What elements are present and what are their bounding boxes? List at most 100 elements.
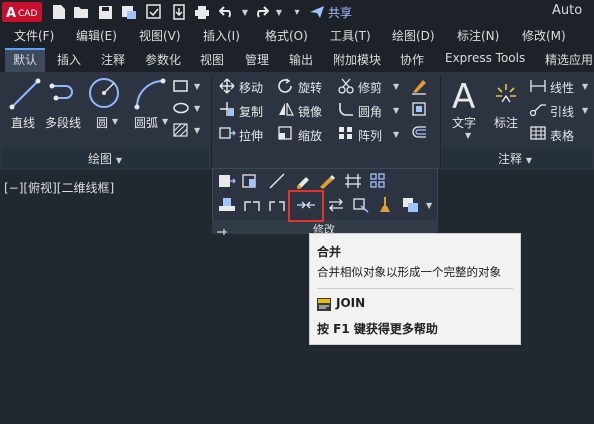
- table-tool-label[interactable]: 表格: [550, 127, 574, 144]
- line-icon[interactable]: [8, 77, 42, 111]
- break-between-icon[interactable]: [268, 197, 286, 213]
- tab-annotate[interactable]: 注释: [101, 51, 125, 68]
- erase-icon[interactable]: [410, 77, 428, 95]
- array-dropdown-icon[interactable]: ▼: [393, 130, 399, 139]
- rotate-icon[interactable]: [277, 78, 295, 94]
- tab-manage[interactable]: 管理: [245, 51, 269, 68]
- arc-icon[interactable]: [133, 77, 167, 111]
- fillet-tool-label[interactable]: 圆角: [358, 103, 382, 120]
- copy-icon[interactable]: [218, 101, 236, 117]
- mirror-tool-label[interactable]: 镜像: [298, 103, 322, 120]
- tab-collaborate[interactable]: 协作: [400, 51, 424, 68]
- menu-file[interactable]: 文件(F): [14, 27, 54, 44]
- tab-view[interactable]: 视图: [200, 51, 224, 68]
- menu-edit[interactable]: 编辑(E): [76, 27, 117, 44]
- undo-icon[interactable]: [218, 3, 236, 21]
- viewport-controls-label[interactable]: [−][俯视][二维线框]: [4, 179, 114, 196]
- table-icon[interactable]: [529, 125, 547, 141]
- copy-nested-icon[interactable]: [241, 173, 259, 189]
- hatch-icon[interactable]: [172, 122, 190, 138]
- share-drawing-icon[interactable]: [170, 3, 188, 21]
- draw-panel-label[interactable]: 绘图 ▼: [88, 150, 122, 167]
- menu-tools[interactable]: 工具(T): [330, 27, 371, 44]
- copy-tool-label[interactable]: 复制: [239, 103, 263, 120]
- annotation-panel-label[interactable]: 注释 ▼: [498, 150, 532, 167]
- tab-addins[interactable]: 附加模块: [333, 51, 381, 68]
- text-tool-label[interactable]: 文字: [452, 114, 476, 131]
- cloud-save-icon[interactable]: [145, 3, 163, 21]
- circle-dropdown-icon[interactable]: ▼: [112, 117, 118, 126]
- lengthen-icon[interactable]: [268, 173, 286, 189]
- share-label[interactable]: 共享: [328, 4, 352, 21]
- save-as-icon[interactable]: [120, 3, 138, 21]
- move-icon[interactable]: [218, 78, 236, 94]
- menu-draw[interactable]: 绘图(D): [392, 27, 435, 44]
- break-at-point-icon[interactable]: [243, 197, 261, 213]
- explode-icon[interactable]: [410, 100, 428, 118]
- tab-express-tools[interactable]: Express Tools: [445, 51, 525, 65]
- tab-output[interactable]: 输出: [289, 51, 313, 68]
- tab-parametric[interactable]: 参数化: [145, 51, 181, 68]
- linear-dropdown-icon[interactable]: ▼: [582, 82, 588, 91]
- copy-clip-dropdown-icon[interactable]: ▼: [426, 201, 432, 210]
- linear-dimension-icon[interactable]: [529, 78, 547, 94]
- ellipse-icon[interactable]: [172, 100, 190, 116]
- rotate-tool-label[interactable]: 旋转: [298, 79, 322, 96]
- fillet-dropdown-icon[interactable]: ▼: [393, 106, 399, 115]
- array-tool-label[interactable]: 阵列: [358, 127, 382, 144]
- leader-icon[interactable]: [529, 101, 547, 117]
- leader-tool-label[interactable]: 引线: [550, 103, 574, 120]
- dimension-tool-label[interactable]: 标注: [494, 114, 518, 131]
- pin-icon[interactable]: [216, 222, 228, 235]
- polyline-icon[interactable]: [48, 80, 82, 110]
- redo-dropdown-icon[interactable]: ▼: [270, 3, 288, 21]
- move-tool-label[interactable]: 移动: [239, 79, 263, 96]
- menu-dimension[interactable]: 标注(N): [457, 27, 499, 44]
- polyline-tool-label[interactable]: 多段线: [45, 114, 81, 131]
- edit-pen-icon[interactable]: [318, 173, 336, 189]
- tab-insert[interactable]: 插入: [57, 51, 81, 68]
- linear-tool-label[interactable]: 线性: [550, 79, 574, 96]
- circle-icon[interactable]: [87, 76, 121, 110]
- dimension-icon[interactable]: [492, 80, 520, 108]
- stretch-icon[interactable]: [218, 125, 236, 141]
- text-icon[interactable]: A: [450, 76, 480, 117]
- match-properties-icon[interactable]: [218, 173, 236, 189]
- reverse-icon[interactable]: [327, 197, 345, 213]
- fillet-icon[interactable]: [337, 101, 355, 117]
- stretch-tool-label[interactable]: 拉伸: [239, 127, 263, 144]
- menu-modify[interactable]: 修改(M): [522, 27, 566, 44]
- text-dropdown-icon[interactable]: ▼: [465, 131, 471, 140]
- app-logo[interactable]: A CAD: [2, 2, 42, 22]
- scale-tool-label[interactable]: 缩放: [298, 127, 322, 144]
- tab-default[interactable]: 默认: [13, 51, 37, 68]
- line-tool-label[interactable]: 直线: [11, 114, 35, 131]
- copy-clip-icon[interactable]: [402, 197, 420, 213]
- edit-polyline-icon[interactable]: [352, 197, 370, 213]
- save-icon[interactable]: [96, 3, 114, 21]
- grid-array-icon[interactable]: [369, 173, 387, 189]
- delete-duplicates-icon[interactable]: [295, 173, 313, 189]
- rectangle-dropdown-icon[interactable]: ▼: [194, 82, 200, 91]
- brush-icon[interactable]: [376, 196, 394, 214]
- customize-toolbar-icon[interactable]: ▾: [288, 3, 306, 21]
- mirror-icon[interactable]: [277, 101, 295, 117]
- redo-icon[interactable]: [252, 3, 270, 21]
- circle-tool-label[interactable]: 圆: [96, 114, 108, 131]
- new-file-icon[interactable]: [50, 3, 68, 21]
- hatch-dropdown-icon[interactable]: ▼: [194, 126, 200, 135]
- break-icon[interactable]: [344, 173, 362, 189]
- leader-dropdown-icon[interactable]: ▼: [582, 106, 588, 115]
- menu-insert[interactable]: 插入(I): [203, 27, 240, 44]
- ellipse-dropdown-icon[interactable]: ▼: [194, 104, 200, 113]
- trim-tool-label[interactable]: 修剪: [358, 79, 382, 96]
- arc-tool-label[interactable]: 圆弧: [134, 114, 158, 131]
- tab-featured-apps[interactable]: 精选应用: [545, 51, 593, 68]
- draw-order-icon[interactable]: [218, 197, 236, 213]
- rectangle-icon[interactable]: [172, 78, 190, 94]
- scale-icon[interactable]: [277, 125, 295, 141]
- offset-icon[interactable]: [410, 124, 428, 142]
- trim-icon[interactable]: [337, 78, 355, 94]
- array-icon[interactable]: [337, 125, 355, 141]
- print-icon[interactable]: [193, 3, 211, 21]
